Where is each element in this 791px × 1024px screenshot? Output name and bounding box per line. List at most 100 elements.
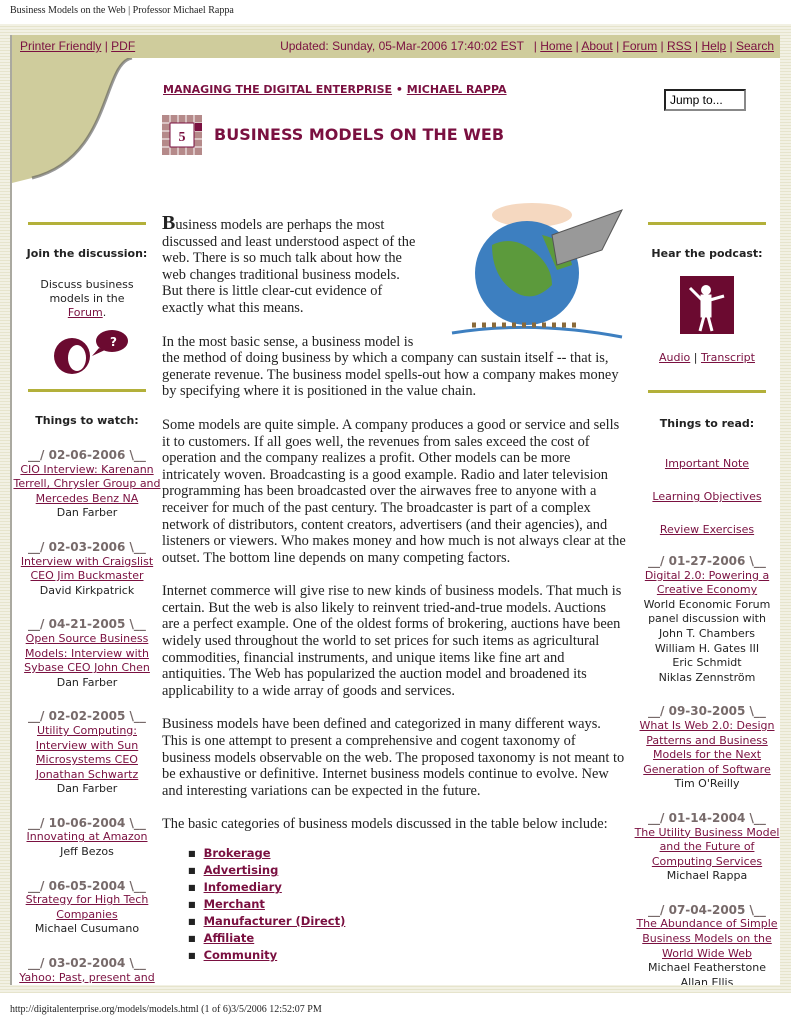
list-item: Community (188, 947, 627, 964)
reading-item: __/ 09-30-2005 \__ What Is Web 2.0: Desig… (632, 704, 780, 792)
item-date: __/ 06-05-2004 \__ (28, 878, 146, 893)
item-author: World Economic Forum panel discussion wi… (643, 597, 771, 626)
chapter-number: 5 (179, 130, 186, 145)
nav-about[interactable]: About (581, 39, 612, 53)
item-author: Niklas Zennström (658, 670, 756, 684)
transcript-link[interactable]: Transcript (701, 351, 755, 364)
item-link[interactable]: Strategy for High Tech Companies (26, 893, 149, 921)
item-date: __/ 01-27-2006 \__ (648, 554, 766, 568)
nav-home[interactable]: Home (540, 39, 572, 53)
paragraph: Business models have been defined and ca… (162, 716, 625, 799)
paragraph: The basic categories of business models … (162, 816, 608, 833)
paragraph: Internet commerce will give rise to new … (162, 583, 622, 699)
item-link[interactable]: CIO Interview: Karenann Terrell, Chrysle… (13, 463, 160, 505)
reading-item: __/ 03-02-2004 \__ Yahoo: Past, present a… (12, 956, 162, 985)
item-author: Allan Ellis (680, 975, 734, 985)
forum-link[interactable]: Forum (68, 306, 103, 319)
top-bar: Printer Friendly | PDF Updated: Sunday, … (12, 35, 780, 58)
item-author: Jeff Bezos (60, 845, 114, 859)
list-item: Affiliate (188, 930, 627, 947)
category-link-merchant[interactable]: Merchant (204, 897, 265, 911)
page-title: BUSINESS MODELS ON THE WEB (214, 125, 505, 144)
reading-item: __/ 07-04-2005 \__ The Abundance of Simpl… (632, 903, 780, 985)
course-title: MANAGING THE DIGITAL ENTERPRISE • MICHAE… (163, 83, 507, 96)
category-link-brokerage[interactable]: Brokerage (204, 846, 271, 860)
item-date: __/ 01-14-2004 \__ (648, 810, 766, 825)
item-link[interactable]: What Is Web 2.0: Design Patterns and Bus… (639, 719, 774, 776)
course-link[interactable]: MANAGING THE DIGITAL ENTERPRISE (163, 83, 392, 96)
svg-text:?: ? (110, 335, 117, 349)
jump-to-select[interactable]: Jump to... (664, 89, 746, 111)
print-header: Business Models on the Web | Professor M… (10, 5, 234, 16)
list-item: Merchant (188, 896, 627, 913)
category-link-affiliate[interactable]: Affiliate (204, 931, 255, 945)
discussion-heading: Join the discussion: (26, 247, 148, 260)
divider (28, 389, 146, 392)
item-date: __/ 03-02-2004 \__ (28, 956, 146, 971)
item-author: Eric Schmidt (672, 656, 742, 670)
pdf-link[interactable]: PDF (111, 39, 135, 53)
nav-help[interactable]: Help (701, 39, 726, 53)
item-link[interactable]: Open Source Business Models: Interview w… (24, 632, 150, 674)
right-sidebar: Hear the podcast: Audio | Transcript Thi… (632, 200, 780, 985)
item-link[interactable]: Interview with Craigslist CEO Jim Buckma… (21, 555, 153, 583)
reading-item: __/ 01-14-2004 \__ The Utility Business M… (632, 811, 780, 884)
item-link[interactable]: Utility Computing: Interview with Sun Mi… (36, 724, 139, 781)
category-list: Brokerage Advertising Infomediary Mercha… (188, 845, 627, 964)
reading-item: __/ 02-06-2006 \__ CIO Interview: Karenan… (12, 448, 162, 521)
author-link[interactable]: MICHAEL RAPPA (407, 83, 507, 96)
nav-rss[interactable]: RSS (667, 39, 692, 53)
audio-link[interactable]: Audio (659, 351, 690, 364)
globe-illustration (451, 203, 624, 339)
item-author: Michael Rappa (666, 869, 748, 883)
page-frame: Printer Friendly | PDF Updated: Sunday, … (10, 35, 780, 985)
left-sidebar: Join the discussion: Discuss business mo… (12, 200, 162, 985)
review-exercises-link[interactable]: Review Exercises (660, 523, 754, 536)
chapter-grid-icon: 5 (162, 115, 202, 155)
printer-friendly-link[interactable]: Printer Friendly (20, 39, 101, 53)
reading-item: __/ 01-27-2006 \__ Digital 2.0: Powering … (632, 554, 780, 685)
separator: • (395, 83, 403, 96)
nav-forum[interactable]: Forum (623, 39, 658, 53)
read-heading: Things to read: (659, 417, 755, 430)
item-link[interactable]: The Utility Business Model and the Futur… (635, 826, 780, 868)
item-date: __/ 10-06-2004 \__ (28, 815, 146, 830)
item-link[interactable]: The Abundance of Simple Business Models … (636, 917, 777, 959)
item-author: Dan Farber (56, 675, 118, 689)
podcast-heading: Hear the podcast: (651, 247, 763, 260)
item-author: Dan Farber (56, 506, 118, 520)
item-author: Michael Cusumano (34, 922, 140, 936)
item-date: __/ 02-03-2006 \__ (28, 539, 146, 554)
list-item: Brokerage (188, 845, 627, 862)
category-link-community[interactable]: Community (204, 948, 278, 962)
item-author: Dan Farber (56, 782, 118, 796)
item-date: __/ 02-06-2006 \__ (28, 448, 146, 462)
podcast-links: Audio | Transcript (659, 351, 755, 364)
item-date: __/ 09-30-2005 \__ (648, 704, 766, 719)
learning-objectives-link[interactable]: Learning Objectives (652, 490, 761, 503)
item-date: __/ 02-02-2005 \__ (28, 709, 146, 724)
item-link[interactable]: Yahoo: Past, present and future (19, 971, 155, 985)
item-link[interactable]: Digital 2.0: Powering a Creative Economy (645, 569, 769, 597)
discussion-text: Discuss business models in the Forum. (40, 278, 134, 319)
category-link-advertising[interactable]: Advertising (204, 863, 279, 877)
list-item: Infomediary (188, 879, 627, 896)
decorative-swoosh (12, 58, 133, 183)
category-link-manufacturer[interactable]: Manufacturer (Direct) (204, 914, 346, 928)
reading-item: __/ 02-03-2006 \__ Interview with Craigsl… (12, 540, 162, 598)
reading-item: __/ 04-21-2005 \__ Open Source Business M… (12, 617, 162, 690)
item-date: __/ 07-04-2005 \__ (648, 902, 766, 917)
item-author: William H. Gates III (654, 641, 760, 655)
item-author: Michael Featherstone (648, 961, 766, 975)
divider (28, 222, 146, 225)
category-link-infomediary[interactable]: Infomediary (204, 880, 282, 894)
podcast-figure-icon (680, 276, 734, 334)
nav-search[interactable]: Search (736, 39, 774, 53)
updated-text: Updated: Sunday, 05-Mar-2006 17:40:02 ES… (280, 39, 524, 53)
read-links: Important Note Learning Objectives Revie… (632, 447, 780, 546)
item-link[interactable]: Innovating at Amazon (27, 830, 148, 843)
divider (648, 222, 766, 225)
reading-item: __/ 06-05-2004 \__ Strategy for High Tech… (12, 879, 162, 937)
print-footer: http://digitalenterprise.org/models/mode… (10, 1004, 322, 1015)
important-note-link[interactable]: Important Note (665, 457, 749, 470)
